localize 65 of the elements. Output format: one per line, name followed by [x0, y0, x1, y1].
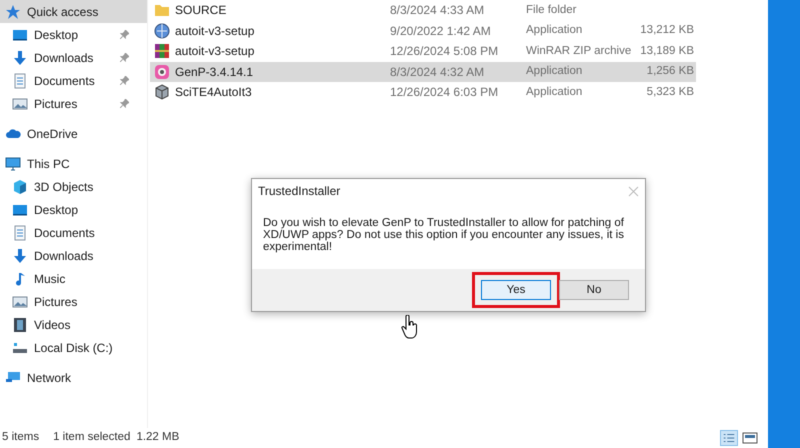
sidebar-item[interactable]: Documents	[0, 221, 147, 244]
box-icon	[154, 84, 170, 100]
item-count: 5 items	[1, 430, 40, 446]
app-icon	[154, 64, 170, 80]
selection-size: 1.22 MB	[136, 430, 180, 446]
selection-status: 1 item selected	[53, 430, 132, 446]
globe-icon	[154, 22, 170, 39]
document-icon	[12, 72, 28, 88]
sidebar-item[interactable]: Videos	[0, 313, 147, 336]
cube-icon	[12, 178, 28, 194]
down-arrow-icon	[12, 50, 28, 66]
sidebar-item[interactable]: Downloads	[0, 46, 147, 69]
sidebar-item[interactable]: Quick access	[0, 0, 147, 23]
sidebar-item[interactable]: Desktop	[0, 23, 147, 46]
file-name: SciTE4AutoIt3	[175, 84, 252, 102]
file-size: 1,256 KB	[646, 64, 695, 80]
sidebar-item[interactable]: Downloads	[0, 244, 147, 267]
file-type: WinRAR ZIP archive	[526, 44, 632, 59]
file-name: GenP-3.4.14.1	[175, 64, 254, 81]
file-size: 13,212 KB	[640, 23, 695, 38]
dialog-title: TrustedInstaller	[258, 183, 340, 200]
file-name: autoit-v3-setup	[175, 43, 254, 60]
sidebar-item[interactable]: 3D Objects	[0, 175, 147, 198]
file-row[interactable]: SciTE4AutoIt3 12/26/2024 6:03 PM Application 5,323 KB	[150, 82, 696, 102]
sidebar-item[interactable]: Local Disk (C:)	[0, 336, 147, 359]
picture-icon	[12, 96, 28, 112]
dialog-button[interactable]: No	[559, 280, 629, 300]
file-row[interactable]: autoit-v3-setup 9/20/2022 1:42 AM Application 13,212 KB	[150, 20, 696, 41]
file-date: 12/26/2024 6:03 PM	[390, 84, 500, 102]
sidebar-item[interactable]: OneDrive	[0, 122, 147, 145]
sidebar-item[interactable]: Pictures	[0, 92, 147, 115]
file-row[interactable]: SOURCE 8/3/2024 4:33 AM File folder	[150, 0, 696, 20]
archive-icon	[154, 43, 170, 60]
monitor-icon	[5, 156, 21, 172]
file-row[interactable]: autoit-v3-setup 12/26/2024 5:08 PM WinRAR ZIP archive 13,189 KB	[150, 41, 696, 62]
file-type: Application	[526, 23, 584, 38]
down-arrow-icon	[12, 248, 28, 264]
hand-cursor-icon	[401, 315, 418, 339]
file-date: 8/3/2024 4:32 AM	[390, 64, 486, 81]
folder-icon	[154, 2, 170, 18]
details-view-icon[interactable]	[720, 430, 738, 446]
sidebar-item[interactable]: Desktop	[0, 198, 147, 221]
picture-icon	[12, 294, 28, 310]
sidebar-item[interactable]: Pictures	[0, 290, 147, 313]
file-type: File folder	[526, 2, 578, 18]
document-icon	[12, 224, 28, 240]
file-date: 9/20/2022 1:42 AM	[390, 22, 492, 40]
file-type: Application	[526, 64, 584, 80]
file-type: Application	[526, 84, 584, 100]
file-row[interactable]: GenP-3.4.14.1 8/3/2024 4:32 AM Application 1,256 KB	[150, 62, 696, 82]
sidebar-item[interactable]: Music	[0, 267, 147, 290]
sidebar-item[interactable]: This PC	[0, 152, 147, 175]
film-icon	[12, 316, 28, 332]
dialog-button[interactable]: Yes	[481, 280, 551, 300]
file-date: 12/26/2024 5:08 PM	[390, 43, 500, 60]
file-size: 5,323 KB	[646, 84, 695, 100]
file-date: 8/3/2024 4:33 AM	[390, 2, 486, 20]
file-name: autoit-v3-setup	[175, 22, 254, 40]
sidebar-item[interactable]: Network	[0, 366, 147, 389]
sidebar-item[interactable]: Documents	[0, 69, 147, 92]
thumbnail-view-icon[interactable]	[742, 431, 758, 445]
star-icon	[5, 4, 21, 20]
file-size: 13,189 KB	[640, 44, 695, 59]
file-name: SOURCE	[175, 2, 226, 20]
dialog-message: Do you wish to elevate GenP to TrustedInstaller to allow for patching of XD/UWP apps? Do not use this option if you encounter any issues, it is experimental!	[262, 216, 625, 255]
